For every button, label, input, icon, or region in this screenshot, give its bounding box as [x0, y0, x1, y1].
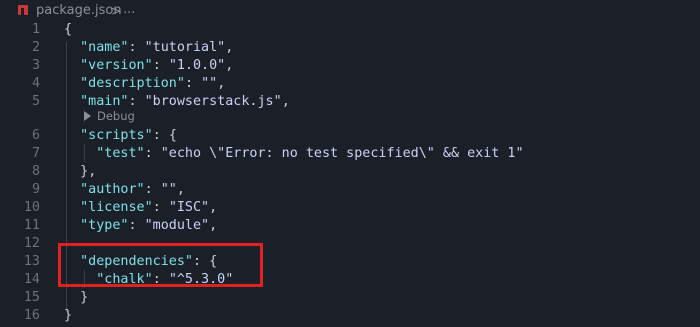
code-line[interactable]: 6 "scripts": {	[0, 127, 700, 145]
code-punctuation: :	[152, 200, 169, 215]
code-text: },	[64, 163, 96, 181]
json-string: "echo \"Error: no test specified\" && ex…	[160, 146, 524, 161]
line-number: 2	[31, 40, 40, 55]
code-text: "name": "tutorial",	[64, 39, 233, 57]
code-text: "license": "ISC",	[64, 199, 217, 217]
npm-file-icon	[18, 5, 28, 15]
line-number: 9	[31, 182, 40, 197]
play-icon	[84, 111, 91, 121]
code-punctuation: :	[128, 94, 145, 109]
json-key: "type"	[80, 218, 129, 233]
json-key: "author"	[80, 182, 145, 197]
line-number: 1	[31, 22, 40, 37]
code-brace: }	[80, 164, 89, 179]
code-text: "test": "echo \"Error: no test specified…	[64, 145, 524, 163]
code-text: "type": "module",	[64, 217, 217, 235]
code-line[interactable]: 2 "name": "tutorial",	[0, 39, 700, 57]
code-brace: {	[64, 22, 73, 37]
line-number: 14	[23, 272, 40, 287]
code-line[interactable]: 7 "test": "echo \"Error: no test specifi…	[0, 145, 700, 163]
code-punctuation: :	[152, 128, 169, 143]
code-line[interactable]: 10 "license": "ISC",	[0, 199, 700, 217]
breadcrumb-file-name[interactable]: package.json	[36, 2, 122, 20]
code-brace: {	[168, 128, 177, 143]
json-key: "license"	[80, 200, 153, 215]
code-punctuation: ,	[88, 164, 97, 179]
json-key: "main"	[80, 94, 129, 109]
code-brace: }	[64, 308, 73, 323]
dependencies-highlight-box	[58, 243, 263, 287]
line-number: 6	[31, 128, 40, 143]
code-line[interactable]: 4 "description": "",	[0, 75, 700, 93]
json-key: "description"	[80, 76, 185, 91]
json-string: "tutorial"	[144, 40, 226, 55]
json-key: "version"	[80, 58, 153, 73]
breadcrumb-more[interactable]: ...	[123, 1, 135, 19]
code-punctuation: ,	[209, 200, 218, 215]
code-line[interactable]: 1{	[0, 21, 700, 39]
line-number: 7	[31, 146, 40, 161]
code-punctuation: ,	[225, 58, 234, 73]
code-punctuation: ,	[217, 76, 226, 91]
json-string: "ISC"	[168, 200, 210, 215]
line-number: 8	[31, 164, 40, 179]
line-number: 10	[23, 200, 40, 215]
json-string: "browserstack.js"	[144, 94, 282, 109]
code-text: "description": "",	[64, 75, 225, 93]
code-punctuation: :	[144, 146, 161, 161]
code-text: }	[64, 307, 72, 325]
line-number: 15	[23, 290, 40, 305]
code-line[interactable]: 11 "type": "module",	[0, 217, 700, 235]
line-number: 16	[23, 308, 40, 323]
code-text: "version": "1.0.0",	[64, 57, 233, 75]
code-punctuation: :	[128, 40, 145, 55]
json-key: "test"	[96, 146, 145, 161]
code-text: "scripts": {	[64, 127, 177, 145]
code-punctuation: ,	[176, 182, 185, 197]
code-line[interactable]: 16}	[0, 307, 700, 325]
json-string: ""	[160, 182, 177, 197]
code-punctuation: :	[184, 76, 202, 91]
code-text: }	[64, 289, 88, 307]
code-line[interactable]: 9 "author": "",	[0, 181, 700, 199]
json-key: "scripts"	[80, 128, 153, 143]
line-number: 13	[23, 254, 40, 269]
chevron-right-icon: >	[111, 4, 122, 18]
code-text: {	[64, 21, 72, 39]
code-line[interactable]: 8 },	[0, 163, 700, 181]
debug-codelens-label: Debug	[97, 109, 135, 123]
code-punctuation: :	[152, 58, 169, 73]
code-punctuation: ,	[225, 40, 234, 55]
json-key: "name"	[80, 40, 129, 55]
json-string: "1.0.0"	[168, 58, 226, 73]
code-punctuation: ,	[209, 218, 218, 233]
code-punctuation: :	[144, 182, 161, 197]
line-number: 4	[31, 76, 40, 91]
line-number: 3	[31, 58, 40, 73]
line-number: 11	[23, 218, 40, 233]
code-line[interactable]: 3 "version": "1.0.0",	[0, 57, 700, 75]
code-brace: }	[80, 290, 89, 305]
code-editor[interactable]: package.json > ... 1{2 "name": "tutorial…	[0, 0, 700, 327]
code-text: "author": "",	[64, 181, 185, 199]
debug-codelens[interactable]: Debug	[82, 108, 135, 124]
json-string: ""	[201, 76, 218, 91]
json-string: "module"	[144, 218, 210, 233]
code-line[interactable]: 15 }	[0, 289, 700, 307]
line-number: 12	[23, 236, 40, 251]
line-number: 5	[31, 94, 40, 109]
code-punctuation: :	[128, 218, 145, 233]
code-punctuation: ,	[281, 94, 290, 109]
